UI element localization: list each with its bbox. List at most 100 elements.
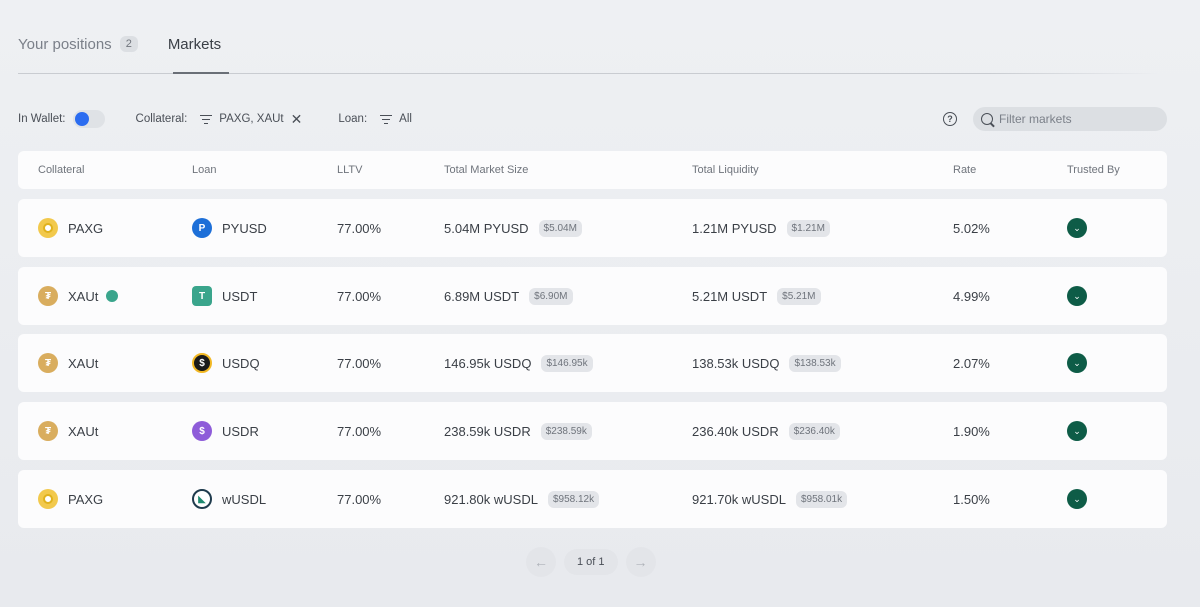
market-size-value: 921.80k wUSDL	[444, 491, 538, 507]
loan-name: PYUSD	[222, 220, 267, 236]
liquidity-value: 5.21M USDT	[692, 288, 768, 304]
market-size-value: 6.89M USDT	[444, 288, 520, 304]
loan-cell: ◣ wUSDL	[192, 470, 266, 528]
collateral-cell: ₮ XAUt	[38, 402, 98, 460]
table-header: Collateral Loan LLTV Total Market Size T…	[18, 151, 1167, 189]
liquidity-cell: 921.70k wUSDL $958.01k	[692, 470, 848, 528]
loan-filter-label: Loan:	[338, 113, 368, 125]
column-header-trusted-by[interactable]: Trusted By	[1067, 151, 1120, 189]
lltv-cell: 77.00%	[337, 423, 382, 439]
filter-icon	[200, 114, 213, 124]
loan-cell: P PYUSD	[192, 199, 267, 257]
curator-shield-icon[interactable]: ⌄	[1067, 218, 1087, 238]
curator-shield-icon[interactable]: ⌄	[1067, 421, 1087, 441]
prev-page-button[interactable]: ←	[526, 547, 556, 577]
liquidity-usd-badge: $5.21M	[777, 287, 821, 305]
collateral-cell: PAXG	[38, 470, 103, 528]
column-header-loan[interactable]: Loan	[192, 151, 216, 189]
table-row[interactable]: PAXG ◣ wUSDL 77.00% 921.80k wUSDL $958.1…	[18, 470, 1167, 528]
liquidity-value: 138.53k USDQ	[692, 355, 780, 371]
rate-cell: 4.99%	[953, 288, 990, 304]
search-input[interactable]	[999, 112, 1159, 126]
column-header-market-size[interactable]: Total Market Size	[444, 151, 528, 189]
loan-cell: $ USDR	[192, 402, 259, 460]
liquidity-usd-badge: $236.40k	[788, 422, 840, 440]
loan-filter[interactable]: Loan: All	[338, 113, 412, 125]
trusted-by-cell: ⌄	[1067, 267, 1087, 325]
loan-name: wUSDL	[222, 491, 267, 507]
search-box	[973, 107, 1167, 131]
market-size-cell: 238.59k USDR $238.59k	[444, 402, 592, 460]
liquidity-usd-badge: $958.01k	[795, 490, 848, 508]
search-icon	[981, 113, 993, 125]
market-size-value: 146.95k USDQ	[444, 355, 532, 371]
collateral-name: PAXG	[68, 220, 104, 236]
table-row[interactable]: ₮ XAUt $ USDR 77.00% 238.59k USDR $238.5…	[18, 402, 1167, 460]
collateral-filter[interactable]: Collateral: PAXG, XAUt ✕	[136, 112, 303, 126]
pagination: ← 1 of 1 →	[526, 547, 656, 577]
liquidity-cell: 5.21M USDT $5.21M	[692, 267, 821, 325]
filter-bar: In Wallet: Collateral: PAXG, XAUt ✕ Loan…	[18, 108, 412, 130]
collateral-name: PAXG	[68, 491, 104, 507]
lltv-cell: 77.00%	[337, 491, 382, 507]
curator-shield-icon[interactable]: ⌄	[1067, 489, 1087, 509]
next-page-button[interactable]: →	[625, 547, 656, 577]
usdq-icon: $	[192, 353, 212, 373]
loan-cell: $ USDQ	[192, 334, 260, 392]
xaut-icon: ₮	[38, 353, 58, 373]
tab-markets[interactable]: Markets	[168, 33, 221, 55]
lltv-cell: 77.00%	[337, 288, 382, 304]
lltv-cell: 77.00%	[337, 220, 382, 236]
in-wallet-label: In Wallet:	[18, 113, 66, 125]
curator-shield-icon[interactable]: ⌄	[1067, 286, 1087, 306]
table-row[interactable]: PAXG P PYUSD 77.00% 5.04M PYUSD $5.04M 1…	[18, 199, 1167, 257]
liquidity-value: 1.21M PYUSD	[692, 220, 777, 236]
column-header-lltv[interactable]: LLTV	[337, 151, 362, 189]
arrow-right-icon: →	[633, 554, 648, 570]
paxg-icon	[38, 218, 58, 238]
market-size-cell: 146.95k USDQ $146.95k	[444, 334, 593, 392]
rate-cell: 2.07%	[953, 355, 990, 371]
curator-shield-icon[interactable]: ⌄	[1067, 353, 1087, 373]
positions-count-badge: 2	[119, 36, 138, 52]
liquidity-value: 236.40k USDR	[692, 423, 779, 439]
usdr-icon: $	[192, 421, 212, 441]
liquidity-cell: 1.21M PYUSD $1.21M	[692, 199, 830, 257]
market-size-value: 238.59k USDR	[444, 423, 531, 439]
loan-name: USDQ	[222, 355, 260, 371]
table-row[interactable]: ₮ XAUt $ USDQ 77.00% 146.95k USDQ $146.9…	[18, 334, 1167, 392]
market-size-cell: 5.04M PYUSD $5.04M	[444, 199, 582, 257]
column-header-liquidity[interactable]: Total Liquidity	[692, 151, 759, 189]
market-size-usd-badge: $6.90M	[529, 287, 573, 305]
xaut-icon: ₮	[38, 421, 58, 441]
help-icon[interactable]: ?	[943, 112, 957, 126]
tab-bar: Your positions 2 Markets	[18, 33, 221, 55]
tab-your-positions[interactable]: Your positions 2	[18, 33, 138, 55]
collateral-filter-value: PAXG, XAUt	[219, 113, 284, 125]
column-header-rate[interactable]: Rate	[953, 151, 976, 189]
in-wallet-filter: In Wallet:	[18, 110, 105, 128]
liquidity-usd-badge: $138.53k	[789, 354, 841, 372]
close-icon[interactable]: ✕	[291, 112, 303, 126]
rate-cell: 5.02%	[953, 220, 990, 236]
tab-label: Your positions	[18, 35, 112, 53]
status-dot-icon	[106, 290, 119, 302]
loan-filter-value: All	[399, 113, 412, 125]
collateral-cell: PAXG	[38, 199, 103, 257]
liquidity-cell: 236.40k USDR $236.40k	[692, 402, 840, 460]
wusdl-icon: ◣	[192, 489, 212, 509]
collateral-name: XAUt	[68, 423, 99, 439]
trusted-by-cell: ⌄	[1067, 334, 1087, 392]
rate-cell: 1.50%	[953, 491, 990, 507]
collateral-cell: ₮ XAUt	[38, 267, 119, 325]
usdt-icon: T	[192, 286, 212, 306]
active-tab-indicator	[173, 72, 229, 74]
collateral-name: XAUt	[68, 355, 99, 371]
liquidity-value: 921.70k wUSDL	[692, 491, 786, 507]
table-row[interactable]: ₮ XAUt T USDT 77.00% 6.89M USDT $6.90M 5…	[18, 267, 1167, 325]
loan-name: USDR	[222, 423, 259, 439]
collateral-name: XAUt	[68, 288, 99, 304]
in-wallet-toggle[interactable]	[72, 110, 105, 128]
column-header-collateral[interactable]: Collateral	[38, 151, 84, 189]
xaut-icon: ₮	[38, 286, 58, 306]
